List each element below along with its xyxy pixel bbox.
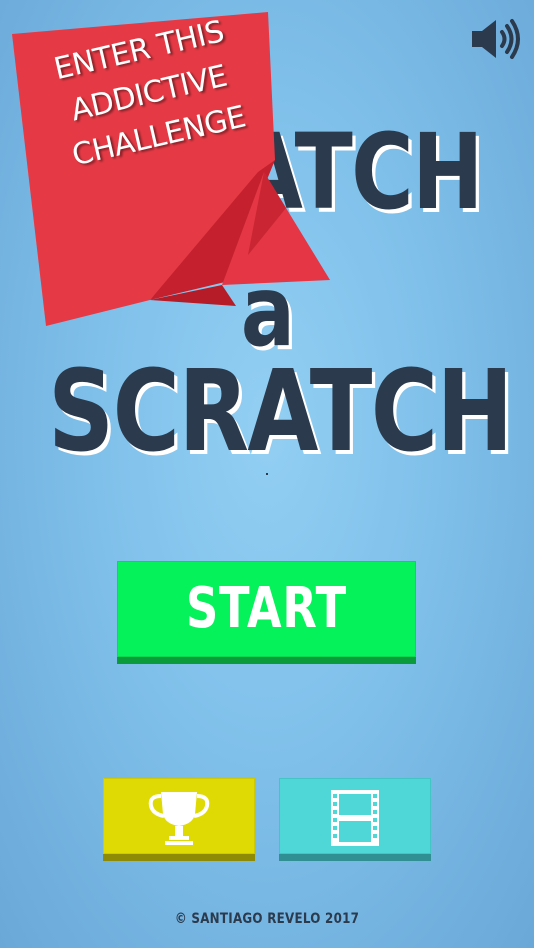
trophy-icon [148, 792, 210, 845]
game-title-line-1: SCRATCH [52, 111, 483, 233]
banner-line-1: ENTER THIS [50, 14, 228, 88]
film-strip-icon [331, 790, 379, 846]
start-button-shadow [117, 657, 416, 664]
start-button-label: START [185, 576, 348, 641]
game-title-line-3: SCRATCH [48, 347, 513, 477]
leaderboard-button-shadow [103, 854, 255, 861]
start-button[interactable]: START [117, 561, 416, 665]
leaderboard-button[interactable] [103, 778, 255, 862]
video-button-shadow [279, 854, 431, 861]
speaker-volume-icon [472, 19, 520, 59]
video-button[interactable] [279, 778, 431, 862]
sound-toggle-button[interactable] [468, 16, 522, 62]
copyright-footer: © SANTIAGO REVELO 2017 [174, 911, 360, 927]
title-dot [266, 473, 268, 475]
